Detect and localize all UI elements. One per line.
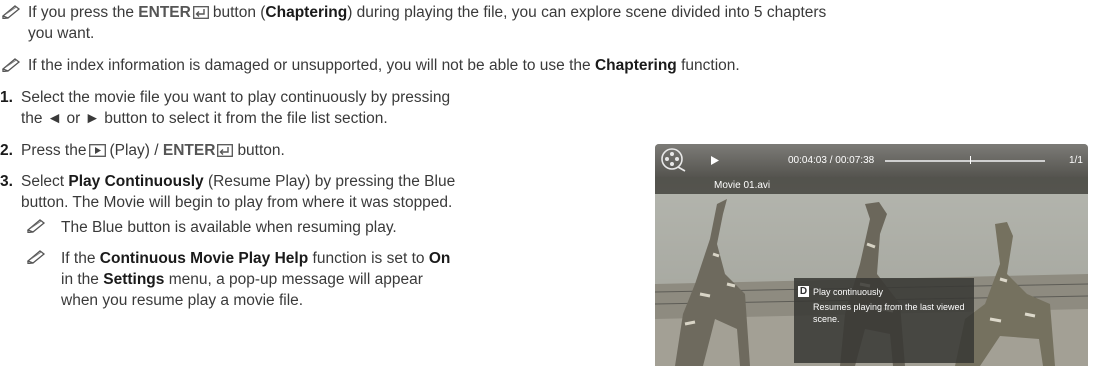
note-chaptering: If you press the ENTER button (Chapterin…: [2, 2, 1092, 23]
step-1-line1: Select the movie file you want to play c…: [21, 89, 451, 106]
chaptering-label: Chaptering: [594, 57, 677, 74]
step-2-text-a: Press the: [21, 142, 87, 159]
step-3-line2: button. The Movie will begin to play fro…: [21, 194, 453, 211]
note-index-info: If the index information is damaged or u…: [2, 55, 1092, 76]
note-icon: [2, 5, 21, 19]
subnote-2-line3: when you resume play a movie file.: [61, 292, 304, 309]
movie-player-screenshot: 00:04:03 / 00:07:38 1/1 Movie 01.avi D P…: [655, 144, 1088, 366]
page-indicator: 1/1: [1069, 155, 1083, 166]
continuous-movie-play-help-label: Continuous Movie Play Help: [99, 250, 309, 267]
on-label: On: [428, 250, 451, 267]
note1-text-c: ) during playing the file, you can explo…: [347, 4, 827, 21]
enter-label: ENTER: [138, 4, 191, 21]
popup-desc-line1: Resumes playing from the last viewed: [813, 302, 965, 312]
play-label: (Play) /: [109, 142, 159, 159]
play-icon: [89, 144, 107, 157]
chaptering-label: Chaptering: [265, 4, 348, 21]
enter-label: ENTER: [162, 142, 216, 159]
blue-button-d-key: D: [798, 286, 809, 297]
step-2-text-b: button.: [237, 142, 285, 159]
subnote-2-text-c: in the: [61, 271, 99, 288]
step-1-line2: the ◄ or ► button to select it from the …: [21, 110, 388, 127]
settings-label: Settings: [103, 271, 165, 288]
progress-bar: [885, 156, 1045, 164]
popup-title: Play continuously: [813, 287, 884, 297]
step-3-text-a: Select: [21, 173, 65, 190]
subnote-2-text-d: menu, a pop-up message will appear: [168, 271, 423, 288]
enter-icon: [192, 6, 209, 19]
step-number: 1.: [0, 89, 13, 106]
progress-marker: [969, 156, 971, 164]
resume-play-popup: D Play continuously Resumes playing from…: [794, 278, 974, 363]
step-number: 2.: [0, 142, 13, 159]
file-name: Movie 01.avi: [714, 180, 771, 191]
step-3-text-b: (Resume Play) by pressing the Blue: [207, 173, 456, 190]
note1-text-b: button (: [212, 4, 266, 21]
subnote-1-text: The Blue button is available when resumi…: [61, 219, 397, 236]
note1-line2: you want.: [28, 25, 95, 42]
note1-text-a: If you press the: [28, 4, 134, 21]
note-icon: [27, 250, 46, 264]
film-reel-icon: [661, 148, 686, 172]
step-number: 3.: [0, 173, 13, 190]
playback-time: 00:04:03 / 00:07:38: [788, 155, 875, 166]
note-icon: [27, 219, 46, 233]
play-status-icon: [711, 156, 719, 165]
note2-text-b: function.: [681, 57, 740, 74]
subnote-2-text-a: If the: [61, 250, 96, 267]
note-icon: [2, 58, 21, 72]
play-continuously-label: Play Continuously: [68, 173, 204, 190]
enter-icon: [217, 144, 234, 157]
subnote-2-text-b: function is set to: [312, 250, 425, 267]
popup-desc-line2: scene.: [813, 314, 840, 324]
note2-text-a: If the index information is damaged or u…: [28, 57, 591, 74]
